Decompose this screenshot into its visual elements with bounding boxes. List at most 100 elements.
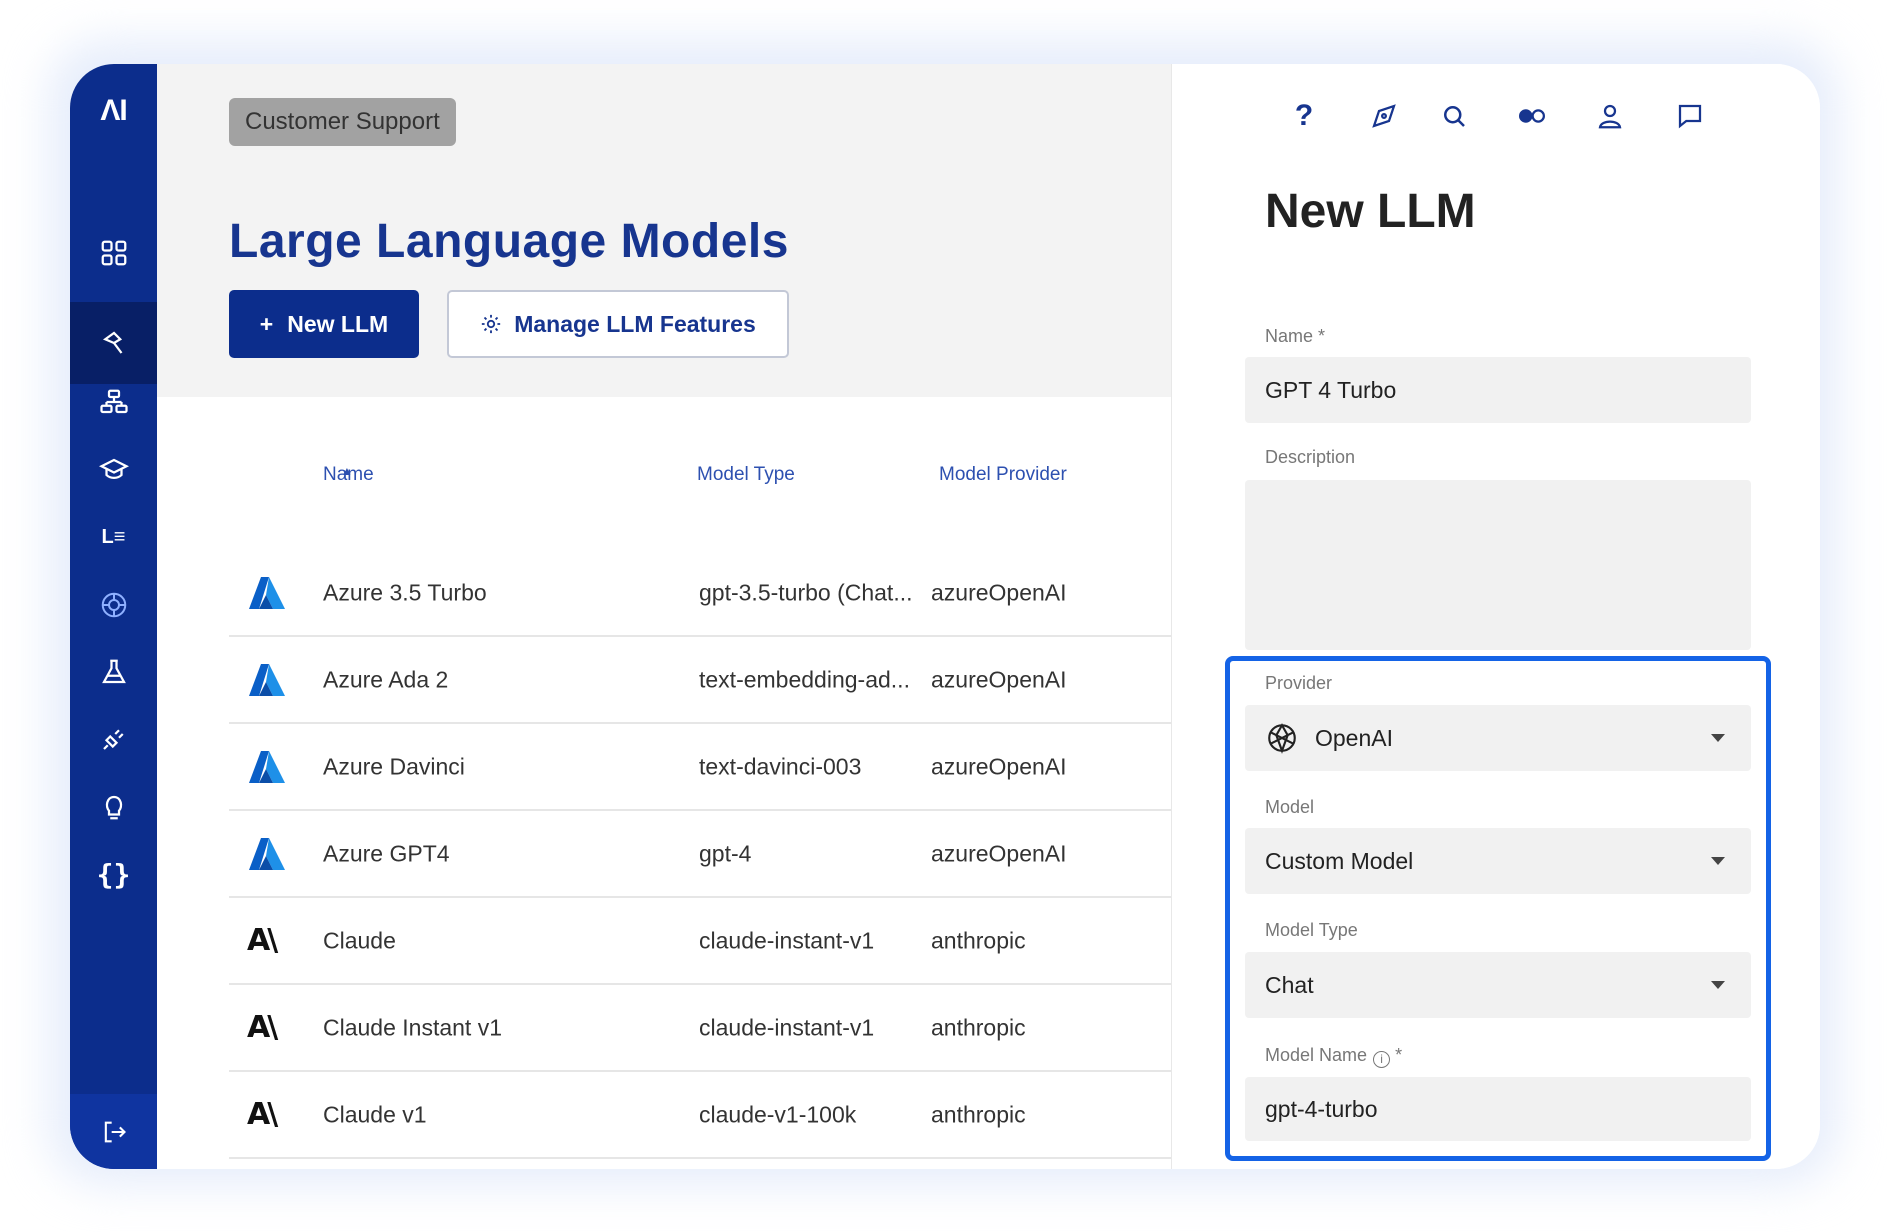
provider-label: Provider xyxy=(1265,673,1333,693)
llm-model-type: gpt-3.5-turbo (Chat... xyxy=(699,579,913,605)
table-row[interactable]: A\ Claude claude-instant-v1 anthropic xyxy=(229,898,1171,985)
table-row[interactable]: Azure 3.5 Turbo gpt-3.5-turbo (Chat... azu… xyxy=(229,550,1171,637)
main-content: Customer Support Large Language Models +… xyxy=(157,64,1171,1169)
model-name-label: Model Name i * xyxy=(1265,1045,1403,1068)
education-cap-icon xyxy=(98,458,129,479)
table-row[interactable]: A\ Claude Instant v1 claude-instant-v1 anth… xyxy=(229,985,1171,1072)
llm-name[interactable]: Azure Ada 2 xyxy=(323,666,448,693)
new-llm-panel: ? New LLM Name * GPT 4 Turbo Description xyxy=(1171,64,1820,1169)
openai-brain-icon xyxy=(101,592,126,618)
info-icon[interactable]: i xyxy=(1373,1051,1391,1068)
llm-model-type: text-davinci-003 xyxy=(699,753,862,779)
anthropic-logo-icon: A\ xyxy=(247,922,278,958)
chevron-down-icon xyxy=(1711,857,1725,865)
model-type-select[interactable]: Chat xyxy=(1245,952,1751,1018)
model-select[interactable]: Custom Model xyxy=(1245,828,1751,894)
provider-select[interactable]: OpenAI xyxy=(1245,705,1751,771)
logout-icon xyxy=(104,1121,126,1142)
provider-value: OpenAI xyxy=(1315,724,1393,751)
help-icon: ? xyxy=(1294,99,1314,132)
app-window: ΛI L≡ {} Customer Support Large Language… xyxy=(70,64,1820,1169)
help-button[interactable]: ? xyxy=(1282,94,1326,138)
user-icon xyxy=(1598,104,1622,129)
llm-provider: azureOpenAI xyxy=(931,753,1067,779)
llm-table: Name ▲ Model Type Model Provider Azure 3.… xyxy=(229,464,1171,1159)
name-label: Name * xyxy=(1265,326,1326,346)
azure-logo-icon xyxy=(249,750,285,783)
table-body: Azure 3.5 Turbo gpt-3.5-turbo (Chat... azu… xyxy=(229,550,1171,1159)
description-field[interactable] xyxy=(1245,480,1751,650)
search-button[interactable] xyxy=(1432,94,1476,138)
llm-name[interactable]: Azure Davinci xyxy=(323,753,465,780)
llm-provider: anthropic xyxy=(931,927,1026,953)
dashboard-grid-icon xyxy=(101,240,126,266)
sidebar: ΛI L≡ {} xyxy=(70,64,157,1169)
chat-button[interactable] xyxy=(1668,94,1712,138)
anthropic-logo-icon: A\ xyxy=(247,1096,278,1132)
hierarchy-icon xyxy=(99,389,128,414)
compass-icon xyxy=(1372,104,1396,128)
llm-provider: azureOpenAI xyxy=(931,666,1067,692)
column-header-model-provider[interactable]: Model Provider xyxy=(939,464,1067,486)
description-label: Description xyxy=(1265,447,1356,467)
model-type-label: Model Type xyxy=(1265,920,1358,940)
app-logo[interactable]: ΛI xyxy=(70,94,157,128)
plus-icon: + xyxy=(259,310,274,337)
manage-llm-features-button[interactable]: Manage LLM Features xyxy=(447,290,789,358)
new-llm-label: New LLM xyxy=(287,310,389,337)
chat-icon xyxy=(1678,104,1702,129)
table-row[interactable]: Azure GPT4 gpt-4 azureOpenAI xyxy=(229,811,1171,898)
azure-logo-icon xyxy=(249,837,285,870)
top-toolbar: ? xyxy=(1282,94,1742,144)
llm-name[interactable]: Claude v1 xyxy=(323,1101,427,1128)
anthropic-logo-icon: A\ xyxy=(247,1009,278,1045)
lab-flask-icon xyxy=(101,659,126,684)
lightbulb-icon xyxy=(105,795,122,820)
llm-name[interactable]: Azure GPT4 xyxy=(323,840,450,867)
name-value: GPT 4 Turbo xyxy=(1265,376,1397,403)
llm-brush-icon xyxy=(102,331,122,354)
user-button[interactable] xyxy=(1588,94,1632,138)
llm-provider: anthropic xyxy=(931,1101,1026,1127)
column-header-model-type[interactable]: Model Type xyxy=(697,464,795,486)
panel-title: New LLM xyxy=(1265,185,1476,238)
table-row[interactable]: Azure Davinci text-davinci-003 azureOpenAI xyxy=(229,724,1171,811)
logout-button[interactable] xyxy=(70,1094,157,1169)
model-type-value: Chat xyxy=(1265,971,1314,998)
model-name-field[interactable]: gpt-4-turbo xyxy=(1245,1077,1751,1141)
llm-provider: anthropic xyxy=(931,1014,1026,1040)
sidebar-item-dashboard[interactable] xyxy=(70,212,157,294)
new-llm-button[interactable]: + New LLM xyxy=(229,290,419,358)
llm-model-type: text-embedding-ad... xyxy=(699,666,910,692)
llm-name[interactable]: Azure 3.5 Turbo xyxy=(323,579,487,606)
compass-button[interactable] xyxy=(1362,94,1406,138)
list-icon: L≡ xyxy=(101,525,126,548)
sidebar-item-code[interactable]: {} xyxy=(70,833,157,915)
llm-model-type: claude-instant-v1 xyxy=(699,1014,875,1040)
toggle-icon xyxy=(1519,109,1545,123)
braces-icon: {} xyxy=(96,857,131,891)
model-name-value: gpt-4-turbo xyxy=(1265,1095,1378,1122)
llm-name[interactable]: Claude Instant v1 xyxy=(323,1014,502,1041)
table-row[interactable]: A\ Claude v1 claude-v1-100k anthropic xyxy=(229,1072,1171,1159)
llm-model-type: claude-v1-100k xyxy=(699,1101,857,1127)
search-icon xyxy=(1444,106,1465,127)
azure-logo-icon xyxy=(249,576,285,609)
breadcrumb[interactable]: Customer Support xyxy=(229,98,456,146)
table-header: Name ▲ Model Type Model Provider xyxy=(323,464,1067,486)
llm-provider: azureOpenAI xyxy=(931,840,1067,866)
table-row[interactable]: Azure Ada 2 text-embedding-ad... azureOpen… xyxy=(229,637,1171,724)
azure-logo-icon xyxy=(249,663,285,696)
chevron-down-icon xyxy=(1711,734,1725,742)
llm-name[interactable]: Claude xyxy=(323,927,396,954)
toggle-button[interactable] xyxy=(1510,94,1554,138)
chevron-down-icon xyxy=(1711,981,1725,989)
llm-model-type: gpt-4 xyxy=(699,840,752,866)
llm-provider: azureOpenAI xyxy=(931,579,1067,605)
manage-llm-features-label: Manage LLM Features xyxy=(514,310,756,337)
name-field[interactable]: GPT 4 Turbo xyxy=(1245,357,1751,423)
model-label: Model xyxy=(1265,797,1315,817)
gear-icon xyxy=(482,314,501,334)
openai-logo-icon xyxy=(1268,723,1296,754)
page-title: Large Language Models xyxy=(229,215,789,268)
